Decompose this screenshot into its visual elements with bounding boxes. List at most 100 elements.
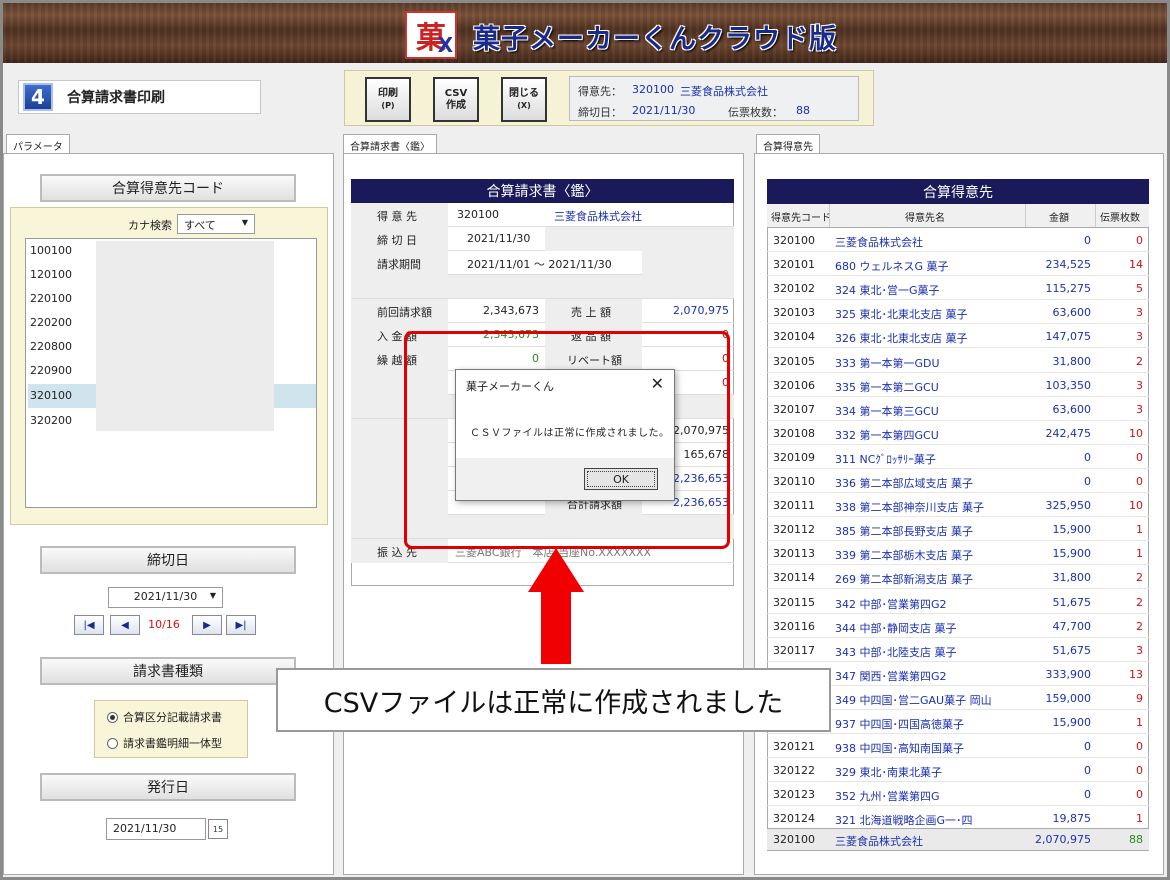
table-row[interactable]: 320114 269 第二本部新潟支店 菓子 31,800 2	[767, 565, 1149, 590]
table-row[interactable]: 320108 332 第一本第四GCU 242,475 10	[767, 421, 1149, 445]
invoice-row-cutoff: 締 切 日 2021/11/30	[351, 227, 734, 251]
cell-amount: 0	[1084, 450, 1091, 464]
cell-name: 321 北海道戦略企画G一･四	[835, 814, 973, 828]
close-button[interactable]: 閉じる (X)	[501, 77, 547, 122]
invoice-row-spacer	[351, 275, 734, 299]
cell-name: 338 第二本部神奈川支店 菓子	[835, 501, 984, 515]
print-button[interactable]: 印刷 (P)	[365, 77, 411, 122]
chevron-down-icon: ▼	[209, 591, 216, 600]
table-row[interactable]: 320105 333 第一本第一GDU 31,800 2	[767, 349, 1149, 373]
customer-info-box: 得意先： 320100 三菱食品株式会社 締切日： 2021/11/30 伝票枚…	[569, 76, 859, 121]
cell-amount: 115,275	[1045, 282, 1092, 296]
table-row[interactable]: 320109 311 NCｸﾞﾛｯｻﾘｰ菓子 0 0	[767, 445, 1149, 469]
cell-amount: 47,700	[1052, 619, 1092, 633]
cell-count: 2	[1136, 619, 1143, 633]
tab-invoice[interactable]: 合算請求書〈鑑〉	[343, 134, 437, 154]
cell-code: 320108	[773, 426, 815, 440]
table-row[interactable]: 320115 342 中部･営業第四G2 51,675 2	[767, 590, 1149, 614]
cell-count: 10	[1129, 426, 1143, 440]
table-row[interactable]: 320124 321 北海道戦略企画G一･四 19,875 1	[767, 806, 1149, 831]
cell-name: 326 東北･北東北支店 菓子	[835, 332, 968, 346]
cell-amount: 15,900	[1052, 716, 1092, 729]
cell-code: 320117	[773, 643, 815, 657]
cell-amount: 0	[1084, 234, 1091, 247]
customers-title: 合算得意先	[767, 179, 1149, 204]
next-icon[interactable]: ▶	[192, 615, 222, 635]
tab-params[interactable]: パラメータ	[6, 134, 70, 154]
type-radio-combined[interactable]: 合算区分記載請求書	[107, 709, 222, 725]
cell-amount: 31,800	[1052, 571, 1092, 585]
cell-count: 13	[1129, 667, 1143, 681]
cell-name: 324 東北･営一G菓子	[835, 284, 940, 298]
table-row[interactable]: 320104 326 東北･北東北支店 菓子 147,075 3	[767, 324, 1149, 349]
dialog-message: ＣＳＶファイルは正常に作成されました。	[470, 428, 670, 439]
chevron-down-icon: ▼	[241, 218, 248, 227]
cell-amount: 333,900	[1045, 667, 1092, 681]
cell-code: 320103	[773, 306, 815, 320]
table-row[interactable]: 320123 352 九州･営業第四G 0 0	[767, 782, 1149, 807]
last-icon[interactable]: ▶|	[226, 615, 256, 635]
cell-count: 3	[1136, 306, 1143, 320]
table-row[interactable]: 320101 680 ウェルネスG 菓子 234,525 14	[767, 252, 1149, 277]
table-row[interactable]: 320106 335 第一本第二GCU 103,350 3	[767, 373, 1149, 397]
cell-name: 344 中部･静岡支店 菓子	[835, 621, 957, 635]
table-row[interactable]: 320103 325 東北･北東北支店 菓子 63,600 3	[767, 300, 1149, 325]
table-row[interactable]: 320110 336 第二本部広域支店 菓子 0 0	[767, 469, 1149, 493]
cell-code: 320109	[773, 450, 815, 464]
table-row[interactable]: 320100 三菱食品株式会社 0 0	[767, 228, 1149, 252]
table-row[interactable]: 320102 324 東北･営一G菓子 115,275 5	[767, 276, 1149, 301]
cell-count: 3	[1136, 643, 1143, 657]
cell-count: 3	[1136, 402, 1143, 416]
first-icon[interactable]: |◀	[74, 615, 104, 635]
customers-table-footer: 320100 三菱食品株式会社 2,070,975 88	[767, 828, 1149, 850]
cell-code: 320101	[773, 258, 815, 272]
cell-count: 0	[1136, 788, 1143, 802]
issue-section-header: 発行日	[40, 773, 296, 801]
table-row[interactable]: 320117 343 中部･北陸支店 菓子 51,675 3	[767, 638, 1149, 662]
kana-select[interactable]: すべて ▼	[177, 214, 255, 234]
table-row[interactable]: 320121 938 中四国･高知南国菓子 0 0	[767, 734, 1149, 759]
csv-create-button[interactable]: CSV 作成	[433, 77, 479, 122]
cell-name: 352 九州･営業第四G	[835, 790, 940, 804]
cell-amount: 15,900	[1052, 547, 1092, 561]
cell-code: 320124	[773, 812, 815, 826]
cutoff-select[interactable]: 2021/11/30 ▼	[108, 587, 223, 608]
table-row[interactable]: 320113 339 第二本部栃木支店 菓子 15,900 1	[767, 541, 1149, 566]
cell-amount: 0	[1084, 740, 1091, 754]
issue-date-input[interactable]: 2021/11/30	[106, 818, 206, 840]
table-row[interactable]: 320107 334 第一本第三GCU 63,600 3	[767, 397, 1149, 421]
cell-count: 0	[1136, 740, 1143, 754]
table-row[interactable]: 320116 344 中部･静岡支店 菓子 47,700 2	[767, 614, 1149, 638]
cell-code: 320114	[773, 571, 815, 585]
cell-name: 311 NCｸﾞﾛｯｻﾘｰ菓子	[835, 452, 936, 466]
cell-count: 5	[1136, 282, 1143, 296]
cell-name: 342 中部･営業第四G2	[835, 597, 947, 611]
ok-button[interactable]: OK	[584, 468, 658, 490]
invoice-title: 合算請求書〈鑑〉	[351, 179, 734, 203]
arrow-up-icon	[528, 548, 584, 592]
redacted-area	[96, 241, 274, 431]
calendar-icon[interactable]: 15	[208, 819, 228, 839]
table-row[interactable]: 320111 338 第二本部神奈川支店 菓子 325,950 10	[767, 493, 1149, 518]
cell-code: 320104	[773, 330, 815, 344]
customers-table-header: 得意先コード 得意先名 金額 伝票枚数	[767, 204, 1149, 228]
cell-count: 9	[1136, 691, 1143, 705]
cell-code: 320110	[773, 475, 815, 488]
cell-name: 325 東北･北東北支店 菓子	[835, 308, 968, 322]
cell-count: 2	[1136, 354, 1143, 368]
cell-code: 320122	[773, 764, 815, 778]
cutoff-navigator: |◀ ◀ 10/16 ▶ ▶|	[74, 615, 258, 637]
cutoff-section-header: 締切日	[40, 546, 296, 574]
customer-code-list[interactable]: 100100 120100 220100 220200 220800 22090…	[25, 238, 317, 508]
cell-count: 1	[1136, 547, 1143, 561]
cell-count: 1	[1136, 716, 1143, 729]
cell-amount: 242,475	[1045, 426, 1092, 440]
table-row[interactable]: 320112 385 第二本部長野支店 菓子 15,900 1	[767, 517, 1149, 542]
prev-icon[interactable]: ◀	[110, 615, 140, 635]
close-icon[interactable]: ✕	[651, 374, 664, 393]
cell-code: 320121	[773, 740, 815, 754]
type-radio-integrated[interactable]: 請求書鑑明細一体型	[107, 735, 222, 751]
table-row[interactable]: 320122 329 東北･南東北菓子 0 0	[767, 758, 1149, 783]
message-dialog: 菓子メーカーくん ✕ ＣＳＶファイルは正常に作成されました。 OK	[455, 369, 675, 501]
tab-customers[interactable]: 合算得意先	[756, 134, 820, 154]
